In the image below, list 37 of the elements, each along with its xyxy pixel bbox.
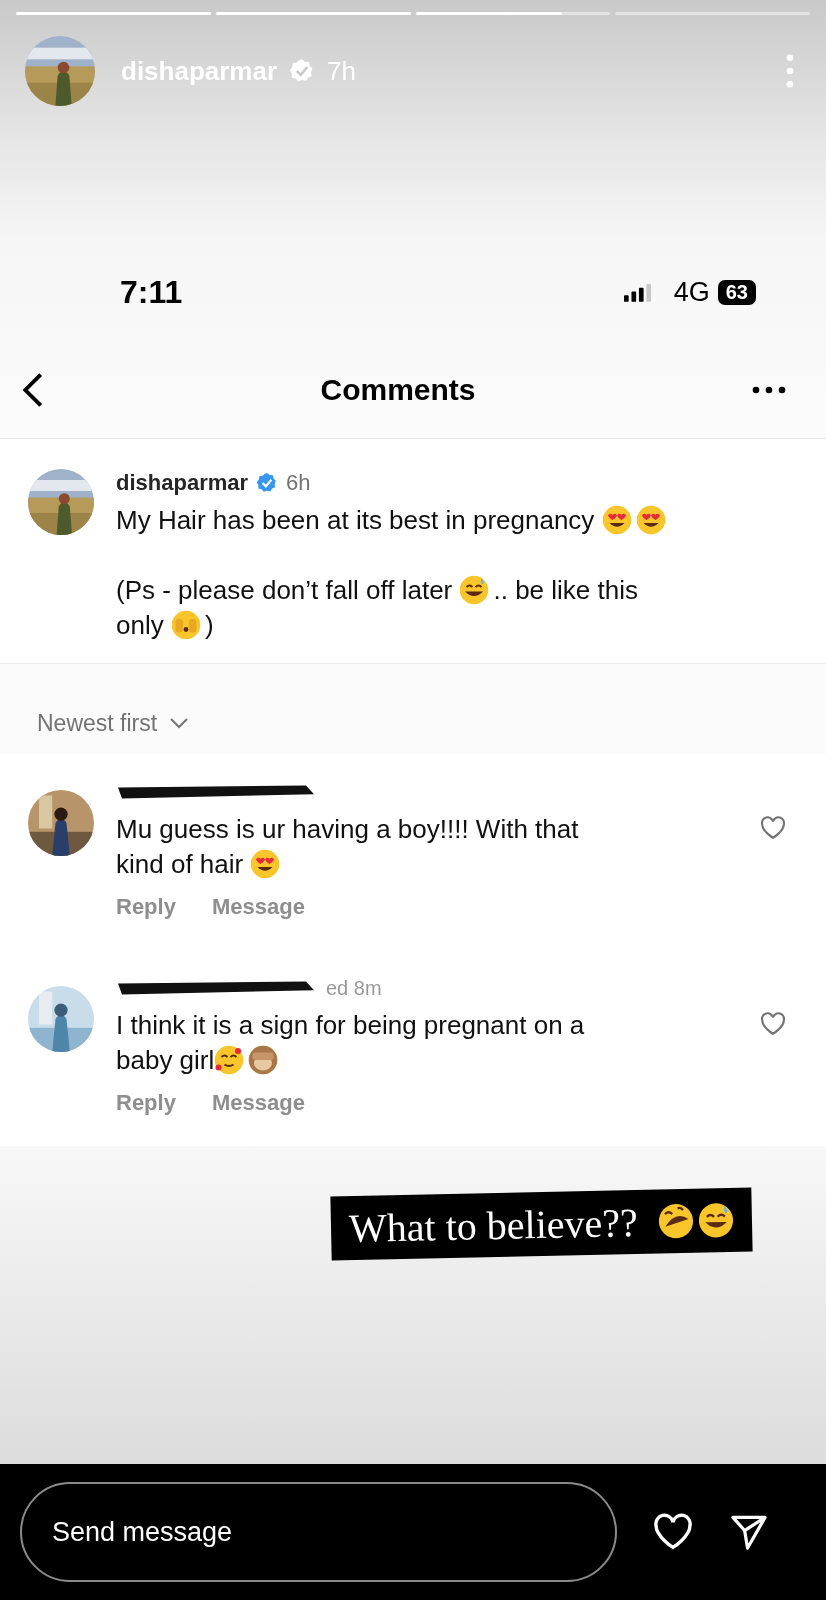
comment-action-link[interactable]: Message: [211, 1090, 305, 1116]
status-time: 7:11: [120, 273, 183, 311]
send-message-field[interactable]: Send message: [20, 1482, 617, 1582]
network-label: 4G: [673, 276, 710, 308]
comment-action-link[interactable]: Reply: [116, 894, 176, 920]
chevron-down-icon[interactable]: [169, 717, 190, 729]
caption-text: (Ps - please don’t fall off later: [116, 575, 454, 605]
comment-time: 6h: [286, 470, 311, 496]
comment-text: kind of hair: [116, 849, 245, 879]
smiling-hearts-emoji-icon: [214, 1045, 245, 1075]
heart-eyes-emoji-icon: [601, 505, 632, 535]
peeking-emoji-icon: [170, 610, 201, 640]
comment-text: Mu guess is ur having a boy!!!! With that: [116, 814, 579, 844]
caption-text: only: [116, 610, 165, 640]
heart-eyes-emoji-icon: [635, 505, 666, 535]
text-sticker: What to believe??: [330, 1187, 753, 1261]
username-fragment: ed 8m: [326, 976, 382, 1000]
more-options-icon[interactable]: [752, 386, 786, 394]
comment-action-link[interactable]: Message: [211, 894, 305, 920]
heart-eyes-emoji-icon: [250, 849, 281, 879]
sweat-smile-emoji-icon: [459, 575, 490, 605]
comment-action-link[interactable]: Reply: [116, 1090, 176, 1116]
signal-icon: [623, 282, 652, 302]
caption-text: .. be like this: [493, 575, 638, 605]
comment-text: I think it is a sign for being pregnant on a: [116, 1010, 585, 1040]
send-icon[interactable]: [729, 1513, 769, 1551]
comment-text: baby girl: [116, 1045, 215, 1075]
back-icon[interactable]: [22, 371, 44, 409]
username[interactable]: dishaparmar: [116, 470, 249, 496]
sort-dropdown[interactable]: Newest first: [37, 709, 158, 737]
caption-text: ): [204, 610, 214, 640]
see-no-evil-emoji-icon: [248, 1045, 279, 1075]
sweat-smile-emoji-icon: [697, 1202, 735, 1239]
page-title: Comments: [320, 373, 476, 407]
rofl-emoji-icon: [657, 1202, 695, 1240]
battery-indicator: 63: [717, 279, 756, 305]
caption-text: My Hair has been at its best in pregnancy: [116, 505, 596, 535]
